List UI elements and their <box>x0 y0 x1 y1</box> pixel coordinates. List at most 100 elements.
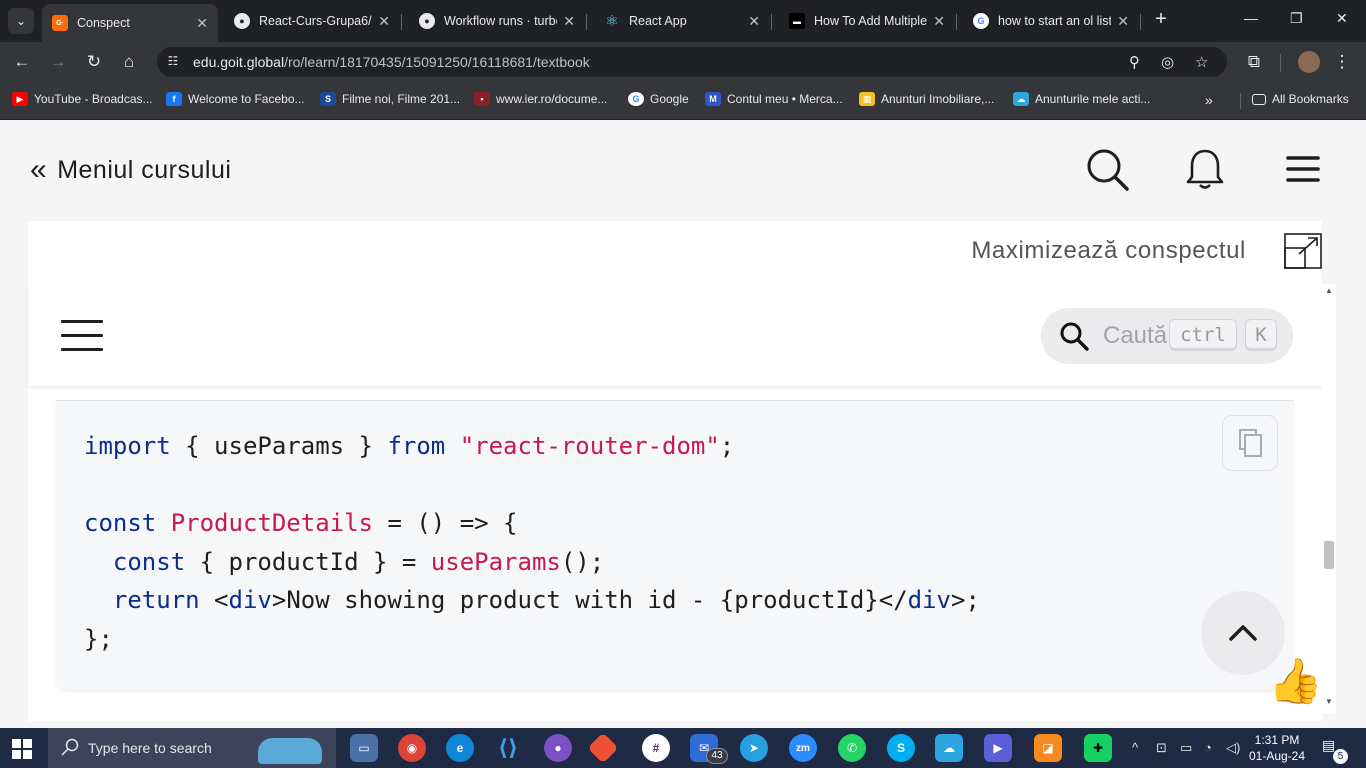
extensions-puzzle-icon[interactable]: ⧉ <box>1243 51 1265 73</box>
google-icon: G <box>973 13 989 29</box>
video-app-icon[interactable]: ▶ <box>984 734 1012 762</box>
new-tab-plus-icon[interactable]: + <box>1150 9 1172 31</box>
code-line-5: return <div>Now showing product with id … <box>84 586 980 614</box>
close-icon[interactable]: ✕ <box>196 15 208 32</box>
minimize-icon[interactable]: — <box>1244 10 1258 26</box>
tab-workflow-runs[interactable]: ● Workflow runs · turbo ✕ <box>409 6 585 36</box>
code-plain: >; <box>951 586 980 614</box>
bookmark-youtube[interactable]: ▶ YouTube - Broadcas... <box>12 92 153 106</box>
back-arrow-icon[interactable]: ← <box>11 51 33 73</box>
code-plain: < <box>199 586 229 614</box>
tab-title: Conspect <box>77 16 130 30</box>
close-icon[interactable]: ✕ <box>748 13 760 30</box>
textbook-scrollbar[interactable]: ▲ ▼ <box>1322 284 1336 714</box>
clock-date: 01-Aug-24 <box>1248 749 1306 763</box>
imobiliare-icon: ▦ <box>859 92 875 106</box>
thumbs-up-icon[interactable]: 👍 <box>1268 655 1323 707</box>
dev-site-icon: ▬ <box>789 13 805 29</box>
close-icon[interactable]: ✕ <box>378 13 390 30</box>
textbook-menu-icon[interactable] <box>61 320 103 352</box>
scroll-thumb[interactable] <box>1324 541 1334 569</box>
double-chevron-left-icon: « <box>30 153 48 186</box>
copy-code-button[interactable] <box>1222 415 1278 471</box>
taskbar-search[interactable]: Type here to search <box>48 728 336 768</box>
battery-icon[interactable]: ▭ <box>1180 740 1192 756</box>
bookmark-ier[interactable]: ▪ www.ier.ro/docume... <box>474 92 607 106</box>
textbook-search[interactable]: Caută ctrl K <box>1041 308 1293 364</box>
forward-arrow-icon[interactable]: → <box>47 51 69 73</box>
maximize-conspect-label[interactable]: Maximizează conspectul <box>971 237 1246 265</box>
telegram-icon[interactable]: ➤ <box>740 734 768 762</box>
bookmark-label: Filme noi, Filme 201... <box>342 92 461 106</box>
wifi-icon[interactable]: ◔ <box>1204 740 1212 755</box>
more-vertical-icon[interactable]: ⋮ <box>1331 51 1353 73</box>
bookmarks-overflow-chevron-icon[interactable]: » <box>1205 92 1213 108</box>
windows-start-icon[interactable] <box>12 739 32 759</box>
code-line-3: const ProductDetails = () => { <box>84 509 518 537</box>
code-block: import { useParams } from "react-router-… <box>56 400 1294 689</box>
tab-react-curs[interactable]: ● React-Curs-Grupa6/ap ✕ <box>224 6 400 36</box>
bookmark-star-icon[interactable]: ☆ <box>1195 53 1208 71</box>
tab-react-app[interactable]: ⚛ React App ✕ <box>594 6 770 36</box>
git-icon[interactable] <box>587 732 619 764</box>
all-bookmarks-label: All Bookmarks <box>1272 92 1349 106</box>
home-icon[interactable]: ⌂ <box>118 51 140 73</box>
bookmark-google[interactable]: G Google <box>628 92 689 106</box>
github-desktop-icon[interactable]: ● <box>544 734 572 762</box>
url-text[interactable]: edu.goit.global/ro/learn/18170435/150912… <box>193 54 590 70</box>
window-close-icon[interactable]: ✕ <box>1336 10 1348 27</box>
skype-icon[interactable]: S <box>887 734 915 762</box>
eye-off-icon[interactable]: ◎ <box>1161 53 1174 71</box>
game-app-icon[interactable]: ✚ <box>1084 734 1112 762</box>
bell-icon[interactable] <box>1183 147 1227 191</box>
reload-icon[interactable]: ↻ <box>83 51 105 73</box>
code-keyword: const <box>84 509 157 537</box>
menu-icon[interactable] <box>1281 147 1325 191</box>
restore-icon[interactable]: ❐ <box>1290 10 1303 27</box>
filme-site-icon: S <box>320 92 336 106</box>
tray-overflow-chevron-icon[interactable]: ^ <box>1132 740 1138 755</box>
close-icon[interactable]: ✕ <box>933 13 945 30</box>
react-icon: ⚛ <box>605 13 619 30</box>
slack-icon[interactable]: # <box>642 734 670 762</box>
close-icon[interactable]: ✕ <box>1117 13 1129 30</box>
taskbar-clock[interactable]: 1:31 PM 01-Aug-24 <box>1246 732 1308 764</box>
course-menu-link[interactable]: « Meniul cursului <box>30 153 231 187</box>
whatsapp-icon[interactable]: ✆ <box>838 734 866 762</box>
search-icon[interactable] <box>1085 147 1129 191</box>
volume-icon[interactable]: ◁) <box>1226 740 1240 756</box>
site-info-icon[interactable]: ☷ <box>165 54 181 70</box>
bookmark-mercantile[interactable]: M Contul meu • Merca... <box>705 92 843 106</box>
zoom-icon[interactable]: zm <box>789 734 817 762</box>
code-plain <box>156 509 170 537</box>
bookmark-anunturi[interactable]: ☁ Anunturile mele acti... <box>1013 92 1150 106</box>
network-device-icon[interactable]: ⊡ <box>1156 740 1167 756</box>
vscode-icon[interactable]: ⟨⟩ <box>494 734 522 762</box>
edge-icon[interactable]: e <box>446 734 474 762</box>
bookmark-filme[interactable]: S Filme noi, Filme 201... <box>320 92 460 106</box>
clock-time: 1:31 PM <box>1254 733 1300 747</box>
code-line-1: import { useParams } from "react-router-… <box>84 432 734 460</box>
tab-ol-list[interactable]: G how to start an ol list ✕ <box>963 6 1139 36</box>
zoom-icon[interactable]: ⚲ <box>1129 53 1140 71</box>
scroll-down-arrow-icon[interactable]: ▼ <box>1325 697 1333 706</box>
weather-icon[interactable]: ☁ <box>935 734 963 762</box>
code-plain: = () => { <box>373 509 518 537</box>
tab-how-to-add[interactable]: ▬ How To Add Multiple ✕ <box>779 6 955 36</box>
bookmark-imobiliare[interactable]: ▦ Anunturi Imobiliare,... <box>859 92 994 106</box>
profile-avatar[interactable] <box>1298 51 1320 73</box>
chrome-icon[interactable]: ◉ <box>398 734 426 762</box>
all-bookmarks[interactable]: All Bookmarks <box>1252 92 1349 106</box>
office-app-icon[interactable]: ◪ <box>1034 734 1062 762</box>
url-omnibox[interactable]: ☷ edu.goit.global/ro/learn/18170435/1509… <box>157 47 1227 77</box>
close-icon[interactable]: ✕ <box>563 13 575 30</box>
task-view-icon[interactable]: ▭ <box>350 734 378 762</box>
scroll-up-arrow-icon[interactable]: ▲ <box>1325 286 1333 295</box>
bookmark-facebook[interactable]: f Welcome to Facebo... <box>166 92 305 106</box>
course-menu-label: Meniul cursului <box>57 155 232 184</box>
tab-title: How To Add Multiple <box>814 14 928 28</box>
tab-search-chevron-icon[interactable]: ⌄ <box>8 8 34 34</box>
tab-title: React-Curs-Grupa6/ap <box>259 14 372 28</box>
expand-icon[interactable] <box>1284 233 1322 269</box>
tab-conspect[interactable]: G· Conspect ✕ <box>42 4 218 42</box>
